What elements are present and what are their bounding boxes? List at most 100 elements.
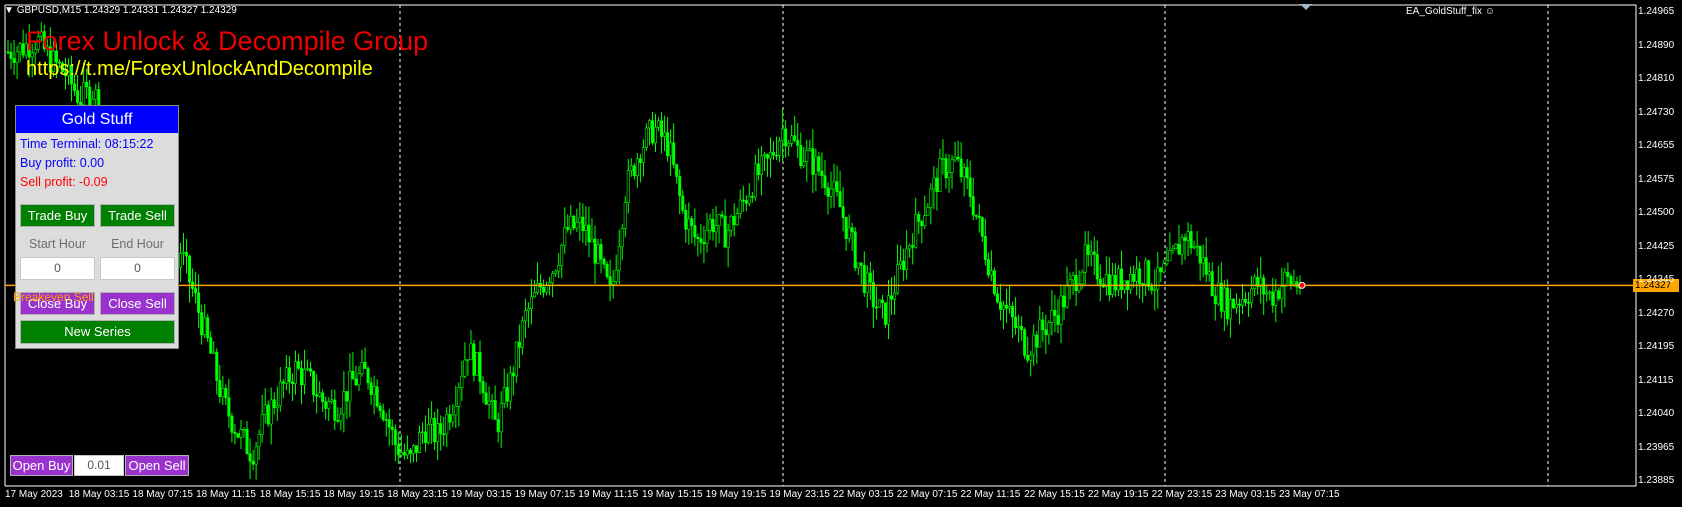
start-hour-input[interactable]: 0 xyxy=(20,257,95,280)
candle-body xyxy=(433,417,437,443)
candle-body xyxy=(454,406,458,416)
candle-body xyxy=(693,225,697,238)
candle-body xyxy=(1195,245,1199,248)
candle-body xyxy=(1171,248,1175,251)
candle-body xyxy=(811,148,815,175)
candle-body xyxy=(463,359,467,377)
candle-body xyxy=(299,367,303,386)
candle-body xyxy=(508,372,512,402)
candle-body xyxy=(959,158,963,178)
candle-body xyxy=(729,216,733,231)
candle-body xyxy=(844,217,848,239)
candle-body xyxy=(1017,325,1021,329)
lot-size-input[interactable]: 0.01 xyxy=(74,455,124,476)
candle-body xyxy=(953,156,957,161)
open-buy-button[interactable]: Open Buy xyxy=(10,455,73,476)
candle-body xyxy=(342,391,346,415)
candle-body xyxy=(366,368,370,384)
candle-body xyxy=(820,170,824,176)
candle-body xyxy=(926,207,930,216)
candle-body xyxy=(212,351,216,354)
candle-body xyxy=(650,120,654,144)
new-series-button[interactable]: New Series xyxy=(20,320,175,344)
candle-body xyxy=(1237,303,1241,306)
candle-body xyxy=(9,51,13,59)
time-axis-label: 22 May 07:15 xyxy=(896,489,958,500)
candle-body xyxy=(681,195,685,211)
candle-body xyxy=(584,224,588,231)
candle-body xyxy=(390,426,394,430)
candle-body xyxy=(560,244,564,266)
candle-body xyxy=(1041,319,1045,331)
candle-body xyxy=(309,368,313,372)
candle-body xyxy=(251,460,255,465)
candle-body xyxy=(998,301,1002,310)
candle-body xyxy=(899,260,903,265)
candle-body xyxy=(76,90,80,103)
candle-body xyxy=(675,164,679,177)
candle-body xyxy=(660,120,664,137)
price-axis-label: 1.23965 xyxy=(1638,441,1675,453)
candle-body xyxy=(581,216,585,231)
candle-body xyxy=(775,154,779,157)
candle-body xyxy=(847,227,851,239)
candle-body xyxy=(814,156,818,175)
candle-body xyxy=(318,392,322,397)
candle-body xyxy=(1198,245,1202,264)
candle-body xyxy=(575,222,579,229)
candle-body xyxy=(82,81,86,105)
candle-body xyxy=(905,248,909,270)
candle-body xyxy=(920,221,924,227)
candle-body xyxy=(424,431,428,443)
candle-body xyxy=(496,419,500,433)
candle-body xyxy=(272,399,276,409)
candle-body xyxy=(475,352,479,376)
candle-body xyxy=(635,158,639,177)
candle-body xyxy=(1056,315,1060,325)
candle-body xyxy=(1234,303,1238,309)
candle-body xyxy=(950,159,954,173)
candle-body xyxy=(1113,275,1117,291)
chart-shift-marker-icon[interactable] xyxy=(1300,4,1312,10)
candle-body xyxy=(372,386,376,395)
candle-body xyxy=(1029,354,1033,361)
price-axis-label: 1.24040 xyxy=(1638,408,1675,419)
dropdown-triangle-icon[interactable]: ▼ xyxy=(4,5,14,16)
candle-body xyxy=(738,199,742,214)
candle-body xyxy=(248,453,252,462)
candle-body xyxy=(1159,267,1163,273)
candle-body xyxy=(744,200,748,204)
candle-body xyxy=(672,142,676,165)
candle-body xyxy=(181,251,185,254)
candle-body xyxy=(880,299,884,304)
candle-body xyxy=(532,292,536,298)
candle-body xyxy=(938,158,942,192)
candle-body xyxy=(327,401,331,409)
candle-body xyxy=(478,352,482,382)
close-sell-button[interactable]: Close Sell xyxy=(100,292,175,315)
price-axis-label: 1.24115 xyxy=(1638,374,1674,386)
candle-body xyxy=(1147,260,1151,287)
candle-body xyxy=(363,362,367,369)
candle-body xyxy=(487,400,491,405)
candle-body xyxy=(641,147,645,163)
open-sell-button[interactable]: Open Sell xyxy=(125,455,189,476)
candle-body xyxy=(614,269,618,282)
end-hour-input[interactable]: 0 xyxy=(100,257,175,280)
candle-body xyxy=(702,242,706,244)
candle-body xyxy=(442,433,446,436)
candle-body xyxy=(1268,291,1272,294)
candle-body xyxy=(12,58,16,63)
ea-name-text: EA_GoldStuff_fix xyxy=(1406,6,1482,17)
time-axis-label: 18 May 19:15 xyxy=(323,489,385,500)
candle-body xyxy=(735,213,739,226)
candle-body xyxy=(1059,295,1063,325)
candle-body xyxy=(896,264,900,294)
smiley-icon: ☺ xyxy=(1484,6,1495,17)
trade-buy-button[interactable]: Trade Buy xyxy=(20,204,95,227)
trade-sell-button[interactable]: Trade Sell xyxy=(100,204,175,227)
candle-body xyxy=(1210,271,1214,297)
candle-body xyxy=(1074,275,1078,292)
candle-body xyxy=(551,272,555,284)
candle-body xyxy=(493,400,497,420)
